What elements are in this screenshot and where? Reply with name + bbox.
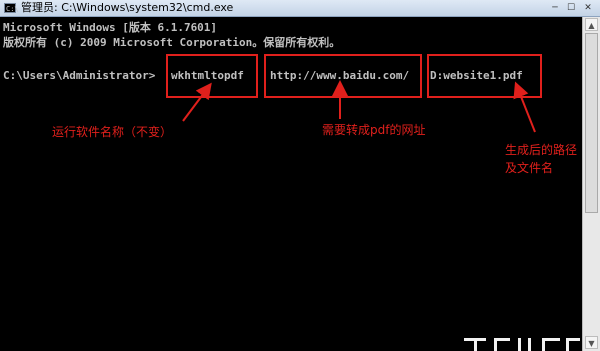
title-bar[interactable]: C:\ 管理员: C:\Windows\system32\cmd.exe ─ ☐… (0, 0, 600, 17)
close-button[interactable]: ✕ (581, 2, 595, 14)
exe-arrow (182, 82, 212, 122)
output-arrow (513, 81, 536, 133)
watermark-fragment (462, 330, 582, 351)
minimize-button[interactable]: ─ (548, 2, 562, 14)
exe-annotation: 运行软件名称（不变） (52, 125, 173, 139)
scroll-down-button[interactable]: ▼ (585, 336, 598, 349)
url-annotation: 需要转成pdf的网址 (322, 123, 426, 137)
output-annotation-line1: 生成后的路径 (505, 143, 578, 157)
scroll-up-button[interactable]: ▲ (585, 18, 598, 31)
window-title: 管理员: C:\Windows\system32\cmd.exe (21, 1, 234, 14)
console-area[interactable]: Microsoft Windows [版本 6.1.7601] 版权所有 (c)… (0, 17, 582, 351)
annotation-arrows (182, 80, 536, 133)
cmd-icon: C:\ (4, 3, 19, 13)
vertical-scrollbar[interactable]: ▲ ▼ (582, 17, 600, 351)
maximize-button[interactable]: ☐ (564, 2, 578, 14)
scroll-thumb[interactable] (585, 33, 598, 213)
output-annotation-line2: 及文件名 (505, 161, 554, 175)
